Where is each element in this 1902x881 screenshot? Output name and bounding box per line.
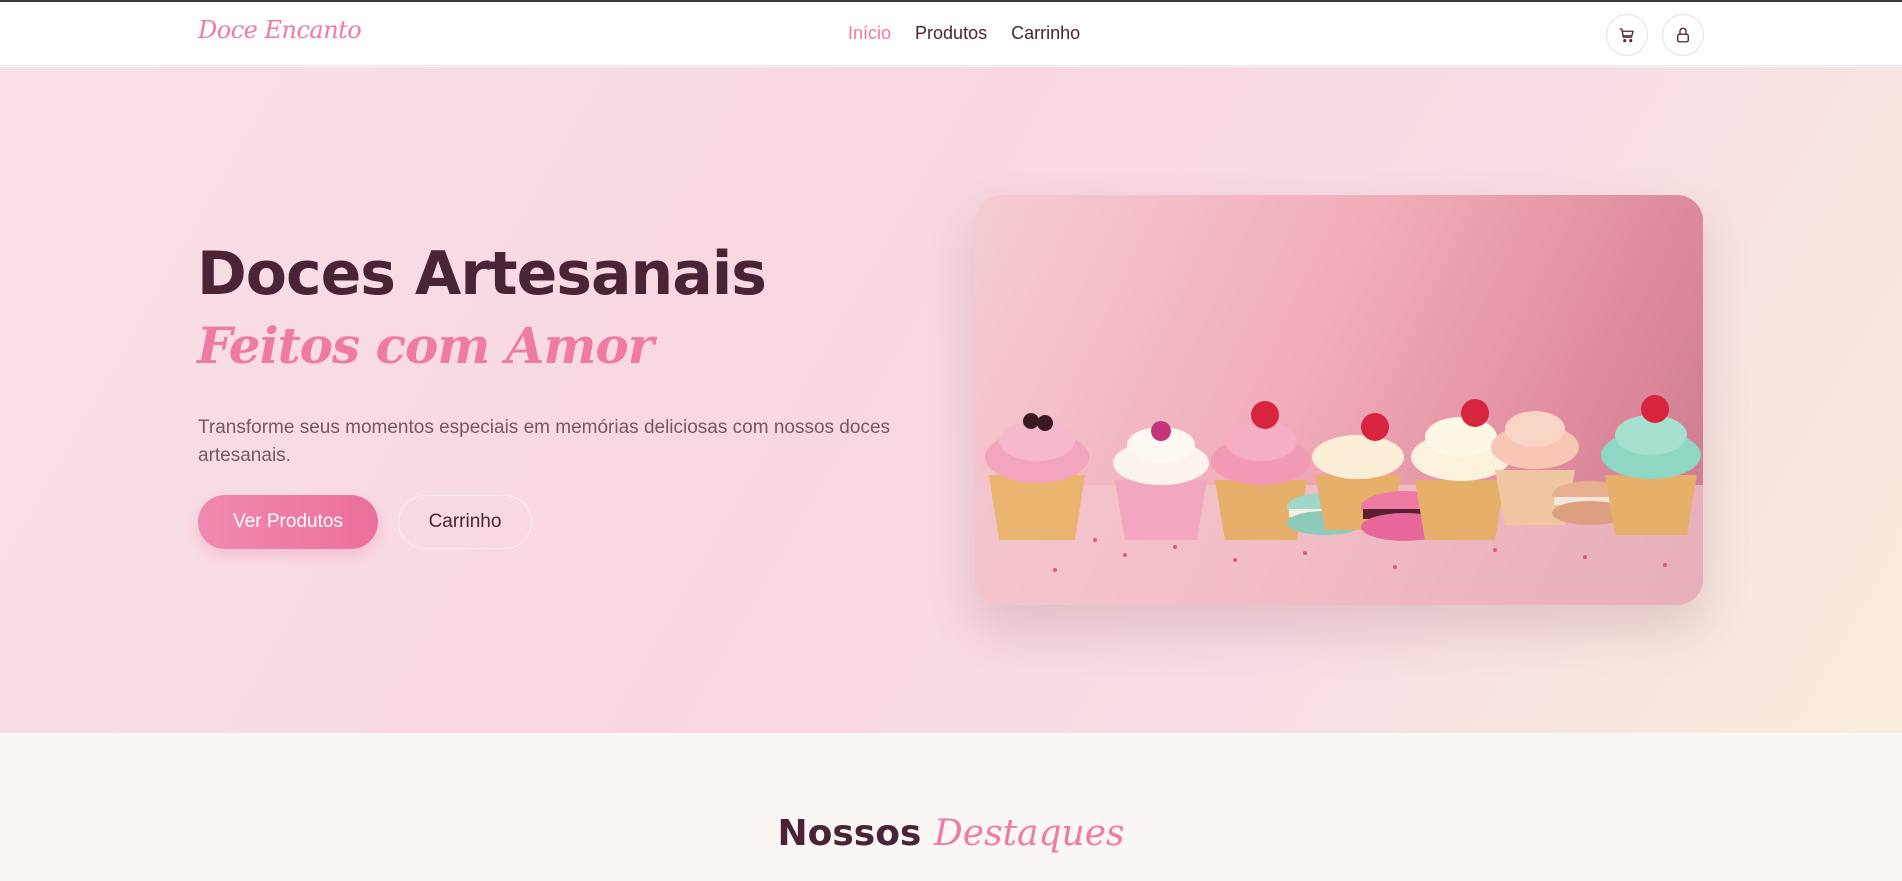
nav-links: Início Produtos Carrinho — [848, 23, 1080, 44]
featured-title-part1: Nossos — [777, 813, 922, 854]
nav-link-carrinho[interactable]: Carrinho — [1011, 23, 1080, 44]
hero-description: Transforme seus momentos especiais em me… — [198, 417, 891, 466]
featured-section-title: Nossos Destaques — [0, 813, 1902, 854]
cart-link-button[interactable]: Carrinho — [398, 495, 532, 549]
brand-logo[interactable]: Doce Encanto — [198, 16, 362, 44]
view-products-button[interactable]: Ver Produtos — [198, 495, 378, 549]
hero-image-cupcakes — [975, 195, 1703, 605]
nav-link-inicio[interactable]: Início — [848, 23, 891, 44]
featured-title-part2: Destaques — [933, 813, 1125, 854]
navbar: Doce Encanto Início Produtos Carrinho — [0, 2, 1902, 66]
hero-title: Doces Artesanais — [197, 239, 767, 309]
hero-subtitle: Feitos com Amor — [197, 316, 654, 375]
hero-section: Doces Artesanais Feitos com Amor Transfo… — [0, 67, 1902, 733]
cupcakes-illustration — [975, 395, 1703, 605]
nav-link-produtos[interactable]: Produtos — [915, 23, 987, 44]
cart-button[interactable] — [1606, 14, 1648, 56]
account-button[interactable] — [1662, 14, 1704, 56]
lock-icon — [1677, 27, 1689, 43]
featured-section: Nossos Destaques — [0, 733, 1902, 881]
cart-icon — [1619, 28, 1634, 43]
